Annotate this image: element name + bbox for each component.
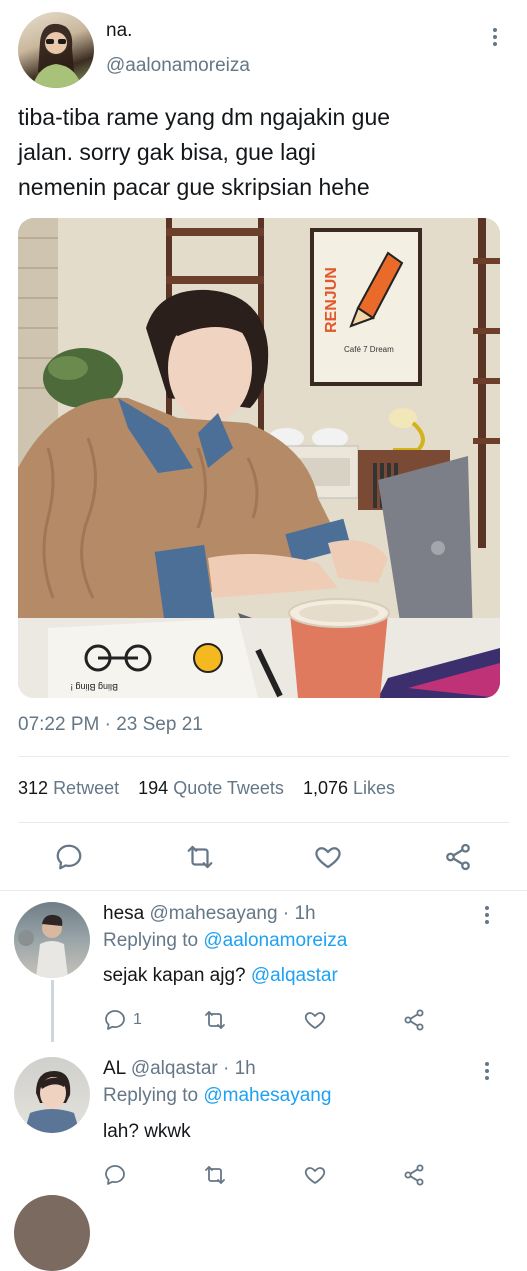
replying-to: Replying to @aalonamoreiza — [103, 930, 347, 952]
tweet-text-line: jalan. sorry gak bisa, gue lagi — [18, 139, 316, 165]
replying-to-link[interactable]: @mahesayang — [203, 1085, 331, 1106]
reply-body: sejak kapan ajg? — [103, 965, 246, 986]
reply-avatar[interactable] — [14, 1195, 90, 1271]
reply-header: AL @alqastar · 1h — [103, 1058, 256, 1080]
like-icon[interactable] — [313, 842, 343, 872]
replying-to: Replying to @mahesayang — [103, 1085, 331, 1107]
retweets-label: Retweet — [53, 778, 120, 798]
reply-count: 1 — [133, 1011, 142, 1028]
replying-label: Replying to — [103, 1085, 199, 1106]
likes-label: Likes — [353, 778, 396, 798]
reply-icon[interactable] — [103, 1008, 127, 1032]
replying-to-link[interactable]: @aalonamoreiza — [203, 930, 347, 951]
divider — [18, 822, 509, 823]
section-divider — [0, 890, 527, 891]
retweet-icon[interactable] — [185, 842, 215, 872]
author-avatar[interactable] — [18, 12, 94, 88]
reply-handle[interactable]: @alqastar · 1h — [131, 1058, 256, 1079]
stats-row: 312 Retweet 194 Quote Tweets 1,076 Likes — [18, 778, 395, 799]
tweet-text-line: tiba-tiba rame yang dm ngajakin gue — [18, 104, 391, 130]
more-icon[interactable] — [484, 906, 490, 924]
retweet-icon[interactable] — [203, 1163, 227, 1187]
reply-avatar[interactable] — [14, 902, 90, 978]
tweet-image[interactable]: RENJUN Café 7 Dream Bling Bling ! — [18, 218, 500, 698]
reply-header: hesa @mahesayang · 1h — [103, 903, 316, 925]
reply-text: sejak kapan ajg? @alqastar — [103, 965, 338, 987]
like-icon[interactable] — [303, 1163, 327, 1187]
divider — [18, 756, 509, 757]
share-icon[interactable] — [443, 842, 473, 872]
quotes-label: Quote Tweets — [173, 778, 284, 798]
tweet-text-line: nemenin pacar gue skripsian hehe — [18, 174, 370, 200]
likes-count: 1,076 — [302, 778, 348, 798]
poster-subtext: Café 7 Dream — [344, 345, 394, 354]
reply-icon[interactable] — [54, 842, 84, 872]
sticker-text: Bling Bling ! — [70, 682, 118, 692]
quotes-stat[interactable]: 194 Quote Tweets — [138, 778, 284, 798]
author-name[interactable]: na. — [106, 20, 132, 42]
quotes-count: 194 — [138, 778, 169, 798]
like-icon[interactable] — [303, 1008, 327, 1032]
reply-mention[interactable]: @alqastar — [251, 965, 338, 986]
reply-icon[interactable] — [103, 1163, 127, 1187]
retweets-stat[interactable]: 312 Retweet — [18, 778, 119, 798]
retweet-icon[interactable] — [203, 1008, 227, 1032]
more-icon[interactable] — [484, 1062, 490, 1080]
tweet-text: tiba-tiba rame yang dm ngajakin gue jala… — [18, 100, 513, 205]
reply-handle[interactable]: @mahesayang · 1h — [149, 903, 315, 924]
retweets-count: 312 — [18, 778, 49, 798]
reply-avatar[interactable] — [14, 1057, 90, 1133]
poster-text: RENJUN — [323, 267, 340, 333]
share-icon[interactable] — [402, 1008, 426, 1032]
share-icon[interactable] — [402, 1163, 426, 1187]
tweet-timestamp[interactable]: 07:22 PM · 23 Sep 21 — [18, 714, 203, 736]
replying-label: Replying to — [103, 930, 199, 951]
author-handle[interactable]: @aalonamoreiza — [106, 55, 250, 77]
thread-line — [51, 980, 54, 1042]
likes-stat[interactable]: 1,076 Likes — [303, 778, 395, 798]
reply-name[interactable]: hesa — [103, 903, 144, 924]
more-icon[interactable] — [492, 28, 498, 46]
reply-text: lah? wkwk — [103, 1121, 191, 1142]
reply-name[interactable]: AL — [103, 1058, 126, 1079]
